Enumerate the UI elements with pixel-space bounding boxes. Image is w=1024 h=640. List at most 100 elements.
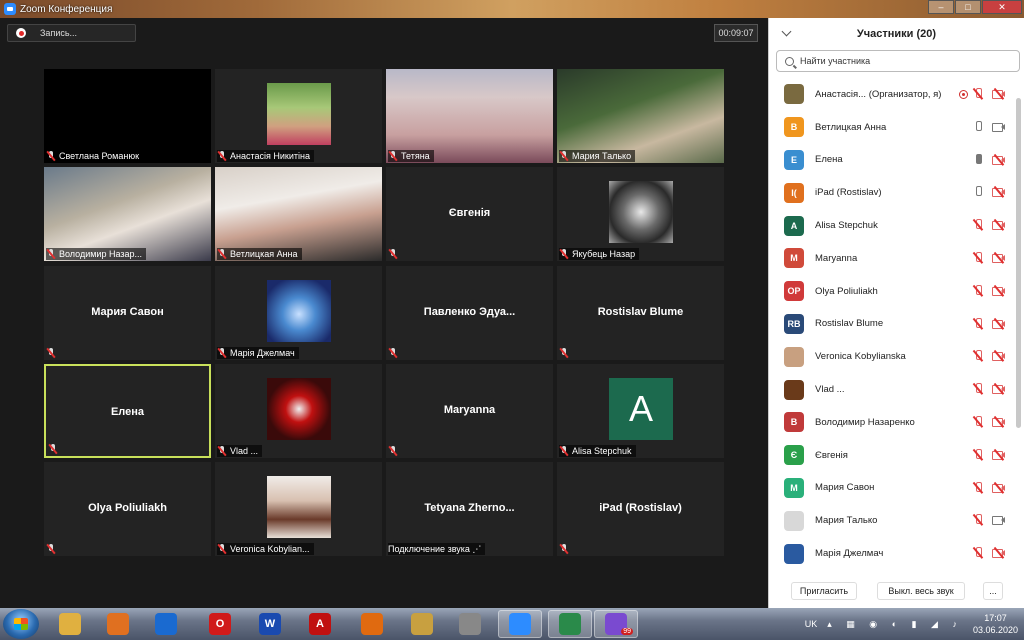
participant-row[interactable]: RB Rostislav Blume (769, 308, 1024, 341)
language-indicator[interactable]: UK (805, 619, 818, 629)
camera-off-icon[interactable] (992, 481, 1006, 494)
video-tile[interactable]: Тетяна (386, 69, 553, 163)
mic-muted-icon[interactable] (972, 415, 984, 428)
camera-off-icon[interactable] (992, 153, 1006, 166)
participant-row[interactable]: OP Olya Poliuliakh (769, 275, 1024, 308)
camera-off-icon[interactable] (992, 547, 1006, 560)
maximize-button[interactable]: □ (955, 0, 981, 14)
mic-muted-icon[interactable] (972, 514, 984, 526)
taskbar-app[interactable] (96, 610, 140, 638)
camera-off-icon[interactable] (992, 383, 1006, 396)
taskbar-app[interactable]: A (298, 610, 342, 638)
taskbar-app[interactable] (48, 610, 92, 638)
video-tile[interactable]: Olya Poliuliakh (44, 462, 211, 556)
mic-muted-icon[interactable] (972, 284, 984, 297)
video-tile[interactable]: Светлана Романюк (44, 69, 211, 163)
search-input[interactable]: Найти участника (776, 50, 1020, 72)
mic-icon[interactable] (972, 186, 984, 198)
camera-off-icon[interactable] (992, 186, 1006, 199)
camera-off-icon[interactable] (992, 284, 1006, 297)
participant-avatar: Є (784, 445, 804, 466)
mic-muted-icon[interactable] (972, 88, 984, 100)
video-tile[interactable]: Анастасія Никитіна (215, 69, 382, 163)
video-tile[interactable]: Tetyana Zherno... Подключение звука ⋰ (386, 462, 553, 556)
record-button[interactable]: Запись... (7, 24, 136, 42)
participant-controls (972, 317, 1006, 330)
video-tile[interactable]: Елена (44, 364, 211, 458)
tile-footer: Якубець Назар (559, 248, 640, 260)
mic-muted-icon[interactable] (972, 547, 984, 559)
camera-off-icon[interactable] (992, 219, 1006, 232)
participant-row[interactable]: М Мария Савон (769, 472, 1024, 505)
video-tile[interactable]: Мария Савон (44, 266, 211, 360)
participant-row[interactable]: Е Елена (769, 144, 1024, 177)
taskbar-app[interactable] (448, 610, 492, 638)
mute-all-button[interactable]: Выкл. весь звук (877, 582, 965, 600)
video-tile[interactable]: Rostislav Blume (557, 266, 724, 360)
camera-off-icon[interactable] (992, 416, 1006, 428)
profile-picture (266, 83, 331, 145)
camera-off-icon[interactable] (992, 317, 1006, 330)
camera-off-icon[interactable] (992, 88, 1006, 100)
video-tile[interactable]: Ветлицкая Анна (215, 167, 382, 261)
taskbar-app[interactable] (400, 610, 444, 638)
system-tray: UK ▴ ▦ ◉ ◐ ▮ ◢ ♪ 17:07 03.06.2020 (805, 608, 1018, 640)
connecting-audio-label: Подключение звука (388, 544, 470, 554)
camera-icon[interactable] (992, 514, 1006, 526)
video-tile[interactable]: Євгенія (386, 167, 553, 261)
chevron-down-icon[interactable] (781, 26, 792, 37)
video-tile[interactable]: iPad (Rostislav) (557, 462, 724, 556)
camera-off-icon[interactable] (992, 252, 1006, 264)
participant-row[interactable]: В Володимир Назаренко (769, 406, 1024, 439)
more-button[interactable]: ... (983, 582, 1003, 600)
minimize-button[interactable]: – (928, 0, 954, 14)
taskbar-app[interactable]: 99 (594, 610, 638, 638)
mic-muted-icon[interactable] (972, 317, 984, 330)
mic-muted-icon[interactable] (972, 251, 984, 264)
camera-off-icon[interactable] (992, 350, 1006, 363)
participant-row[interactable]: Veronica Kobylianska (769, 340, 1024, 373)
taskbar-app[interactable]: W (248, 610, 292, 638)
video-tile[interactable]: Мария Талько (557, 69, 724, 163)
mic-muted-icon[interactable] (972, 350, 984, 362)
video-tile[interactable]: Володимир Назар... (44, 167, 211, 261)
mic-icon[interactable] (972, 120, 984, 133)
taskbar-app[interactable] (350, 610, 394, 638)
participant-row[interactable]: Мария Талько (769, 504, 1024, 537)
video-tile[interactable]: Veronica Kobylian... (215, 462, 382, 556)
video-tile[interactable]: Якубець Назар (557, 167, 724, 261)
video-tile[interactable]: Павленко Эдуа... (386, 266, 553, 360)
participant-row[interactable]: В Ветлицкая Анна (769, 111, 1024, 144)
video-tile[interactable]: Vlad ... (215, 364, 382, 458)
mic-muted-icon[interactable] (972, 383, 984, 395)
panel-header: Участники (20) (769, 18, 1024, 50)
clock[interactable]: 17:07 03.06.2020 (973, 612, 1018, 636)
video-tile[interactable]: A Alisa Stepchuk (557, 364, 724, 458)
mic-muted-icon[interactable] (972, 448, 984, 461)
participant-row[interactable]: Анастасія... (Организатор, я) (769, 78, 1024, 111)
participant-row[interactable]: Є Євгенія (769, 439, 1024, 472)
panel-scrollbar[interactable] (1016, 98, 1021, 428)
taskbar-app[interactable] (548, 610, 592, 638)
taskbar-app[interactable] (498, 610, 542, 638)
participant-row[interactable]: Марія Джелмач (769, 537, 1024, 570)
mic-muted-icon[interactable] (972, 481, 984, 494)
video-tile[interactable]: Марія Джелмач (215, 266, 382, 360)
participant-row[interactable]: M Maryanna (769, 242, 1024, 275)
taskbar-app[interactable] (144, 610, 188, 638)
mic-icon[interactable] (972, 153, 984, 166)
participant-row[interactable]: I(iPad (Rostislav) (769, 176, 1024, 209)
participant-row[interactable]: A Alisa Stepchuk (769, 209, 1024, 242)
participant-controls (972, 284, 1006, 297)
taskbar-app[interactable]: O (198, 610, 242, 638)
camera-off-icon[interactable] (992, 448, 1006, 461)
tray-icons[interactable]: ▴ ▦ ◉ ◐ ▮ ◢ ♪ (827, 619, 963, 630)
participant-row[interactable]: Vlad ... (769, 373, 1024, 406)
close-button[interactable]: ✕ (982, 0, 1022, 14)
video-tile[interactable]: Maryanna (386, 364, 553, 458)
participant-controls (972, 547, 1006, 560)
invite-button[interactable]: Пригласить (791, 582, 857, 600)
mic-muted-icon[interactable] (972, 219, 984, 231)
start-button[interactable] (3, 609, 39, 639)
camera-icon[interactable] (992, 121, 1006, 133)
